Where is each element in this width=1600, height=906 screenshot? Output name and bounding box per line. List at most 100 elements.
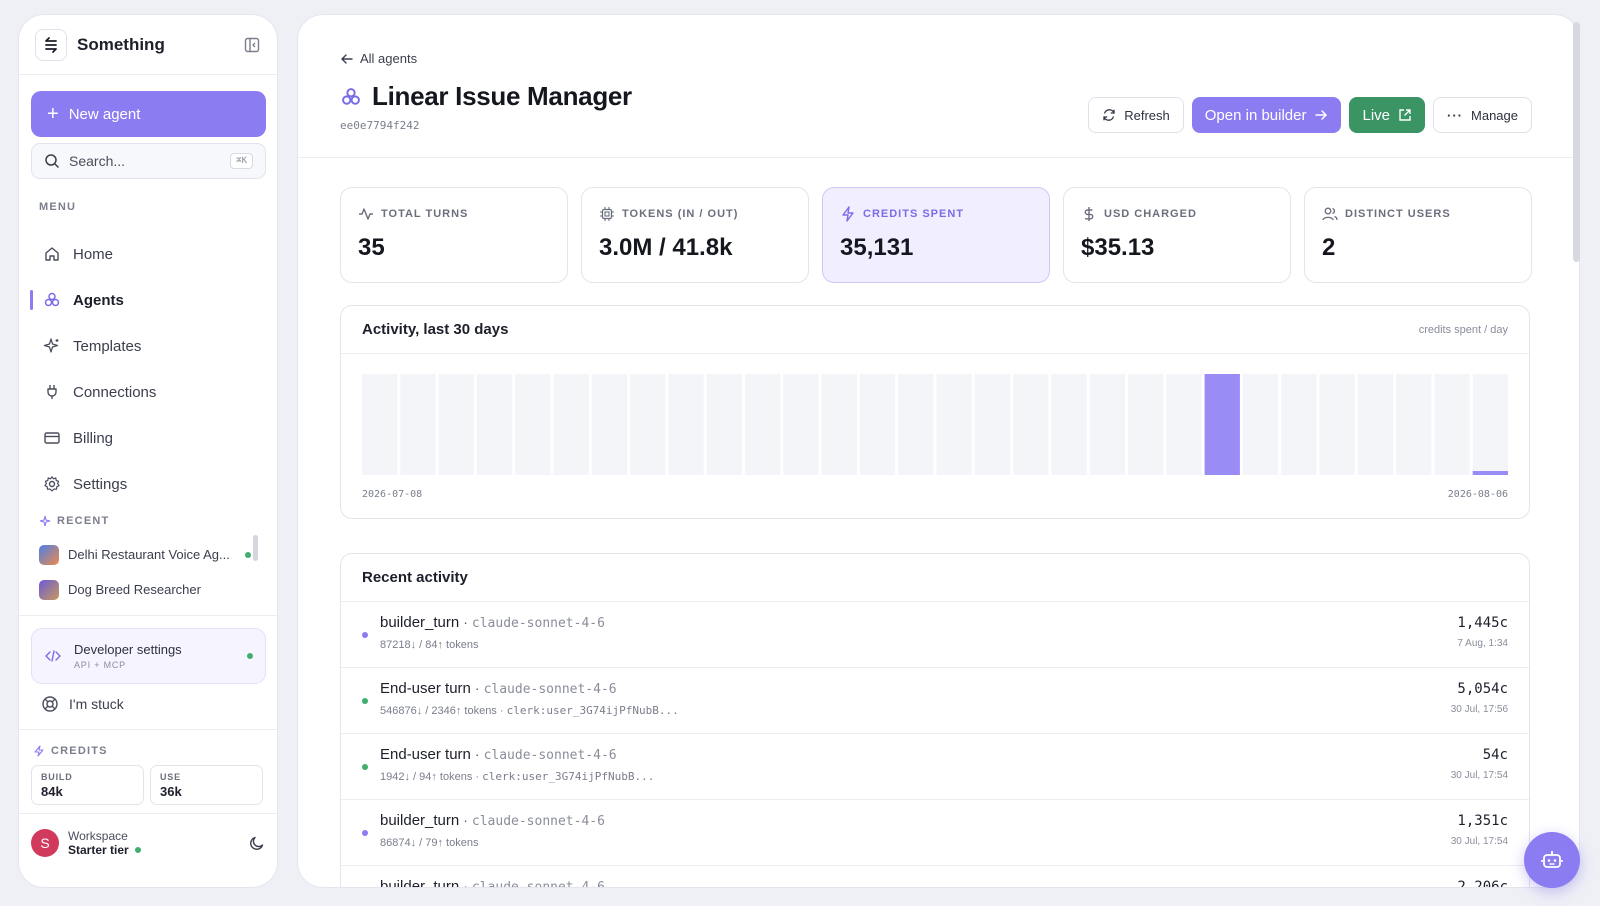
activity-row[interactable]: builder_turn · claude-sonnet-4-6 87218↓ … [341, 602, 1529, 668]
bar-chart [362, 374, 1508, 475]
workspace-tier: Starter tier [68, 843, 141, 857]
stat-label: CREDITS SPENT [840, 206, 1032, 222]
workspace-switcher[interactable]: S Workspace Starter tier [31, 825, 266, 861]
credit-boxes: BUILD 84k USE 36k [31, 765, 263, 805]
open-in-builder-button[interactable]: Open in builder [1191, 97, 1342, 133]
sidebar-item-connections[interactable]: Connections [31, 369, 266, 415]
chart-bar-track [1357, 374, 1394, 475]
manage-button[interactable]: ··· Manage [1433, 97, 1532, 133]
agents-icon [44, 292, 60, 307]
chart-bar-track [1089, 374, 1125, 475]
recent-list: Delhi Restaurant Voice Ag... Dog Breed R… [39, 537, 264, 607]
chart-bar[interactable] [1204, 374, 1240, 475]
chart-start-date: 2026-07-08 [362, 489, 423, 500]
sidebar-item-agents[interactable]: Agents [30, 277, 266, 323]
page-title: Linear Issue Manager [372, 81, 632, 111]
credit-box-use: USE 36k [150, 765, 263, 805]
header-divider [298, 157, 1579, 158]
logo-icon[interactable] [35, 28, 67, 61]
back-link[interactable]: All agents [340, 51, 417, 66]
refresh-label: Refresh [1124, 107, 1170, 123]
chart-bar-track [936, 374, 972, 475]
assistant-bot-button[interactable] [1524, 832, 1580, 888]
open-in-builder-label: Open in builder [1204, 106, 1307, 124]
workspace-tier-label: Starter tier [68, 843, 129, 857]
chart-unit-note: credits spent / day [1418, 323, 1508, 336]
stat-card-tokens: TOKENS (IN / OUT) 3.0M / 41.8k [581, 187, 809, 283]
more-dots-icon: ··· [1447, 107, 1464, 123]
stat-value: 3.0M / 41.8k [599, 234, 733, 261]
sidebar-item-label: Billing [73, 429, 114, 447]
sidebar-header: Something [19, 15, 277, 75]
stat-value: $35.13 [1081, 234, 1155, 261]
credit-box-value: 84k [41, 784, 63, 799]
activity-user: clerk:user_3G74ijPfNubB... [506, 704, 679, 717]
chart-bar-track [783, 374, 819, 475]
sidebar-nav: Home Agents Templates Connections Billin… [30, 231, 266, 507]
separator: · [463, 812, 468, 828]
activity-time: 30 Jul, 17:54 [1450, 836, 1508, 847]
menu-section-label: MENU [39, 201, 77, 213]
sidebar-item-label: Agents [73, 291, 124, 309]
back-link-label: All agents [360, 51, 418, 66]
refresh-button[interactable]: Refresh [1088, 97, 1184, 133]
im-stuck-button[interactable]: I'm stuck [41, 695, 124, 713]
sidebar-item-templates[interactable]: Templates [31, 323, 266, 369]
chart-bar[interactable] [1472, 471, 1508, 475]
moon-icon[interactable] [248, 834, 266, 852]
search-input[interactable]: Search... ⌘K [31, 143, 266, 179]
activity-model: claude-sonnet-4-6 [471, 814, 605, 829]
sidebar-item-label: Home [73, 245, 114, 263]
recent-section-label: RECENT [57, 515, 110, 527]
stat-label-text: DISTINCT USERS [1345, 208, 1451, 220]
divider [19, 615, 277, 616]
sidebar-collapse-icon[interactable] [243, 36, 261, 54]
recent-item[interactable]: Delhi Restaurant Voice Ag... [39, 537, 264, 572]
agent-id: ee0e7794f242 [340, 119, 420, 132]
activity-model: claude-sonnet-4-6 [471, 880, 605, 888]
im-stuck-label: I'm stuck [69, 696, 124, 712]
live-button[interactable]: Live [1349, 97, 1426, 133]
activity-title-line: builder_turn · claude-sonnet-4-6 [380, 878, 1508, 888]
home-icon [45, 247, 59, 261]
activity-row[interactable]: End-user turn · claude-sonnet-4-6 546876… [341, 668, 1529, 734]
developer-settings-button[interactable]: Developer settings API + MCP [31, 628, 266, 684]
activity-row[interactable]: End-user turn · claude-sonnet-4-6 1942↓ … [341, 734, 1529, 800]
recent-item-label: Delhi Restaurant Voice Ag... [68, 547, 230, 562]
activity-chart-card: Activity, last 30 days credits spent / d… [340, 305, 1530, 519]
sidebar-item-billing[interactable]: Billing [31, 415, 266, 461]
sidebar-item-settings[interactable]: Settings [31, 461, 266, 507]
recent-scrollbar[interactable] [253, 535, 258, 561]
activity-credits: 1,351c [1457, 813, 1508, 829]
developer-settings-title: Developer settings [74, 642, 182, 657]
credit-box-build: BUILD 84k [31, 765, 144, 805]
activity-row[interactable]: builder_turn · claude-sonnet-4-6 2,206c [341, 866, 1529, 888]
activity-tokens: 86874↓ / 79↑ tokens [380, 837, 479, 849]
activity-title-line: builder_turn · claude-sonnet-4-6 [380, 812, 1508, 829]
activity-row[interactable]: builder_turn · claude-sonnet-4-6 86874↓ … [341, 800, 1529, 866]
main-scrollbar[interactable] [1573, 22, 1580, 262]
stat-label-text: USD CHARGED [1104, 208, 1197, 220]
agent-thumbnail-icon [39, 544, 59, 565]
activity-token-line: 546876↓ / 2346↑ tokens · clerk:user_3G74… [380, 704, 1508, 717]
sparkle-icon [43, 338, 59, 353]
activity-name: builder_turn [380, 878, 460, 888]
stat-card-credits-spent: CREDITS SPENT 35,131 [822, 187, 1050, 283]
activity-name: builder_turn [380, 812, 460, 829]
chart-bar-track [898, 374, 934, 475]
new-agent-button[interactable]: + New agent [31, 91, 266, 137]
recent-item[interactable]: Dog Breed Researcher [39, 572, 264, 607]
sidebar-item-home[interactable]: Home [31, 231, 266, 277]
stat-label: DISTINCT USERS [1322, 206, 1514, 222]
divider [19, 729, 277, 730]
activity-model: claude-sonnet-4-6 [471, 616, 605, 631]
activity-list: builder_turn · claude-sonnet-4-6 87218↓ … [341, 602, 1529, 888]
stat-label-text: TOTAL TURNS [381, 208, 469, 220]
lifebuoy-icon [42, 696, 58, 712]
chart-bar-track [974, 374, 1011, 475]
activity-meta: 5,054c 30 Jul, 17:56 [1451, 681, 1508, 715]
activity-time: 30 Jul, 17:56 [1450, 704, 1508, 715]
users-icon [1322, 207, 1338, 221]
credit-box-label: USE [160, 772, 181, 782]
activity-tokens: 546876↓ / 2346↑ tokens · [380, 705, 507, 717]
